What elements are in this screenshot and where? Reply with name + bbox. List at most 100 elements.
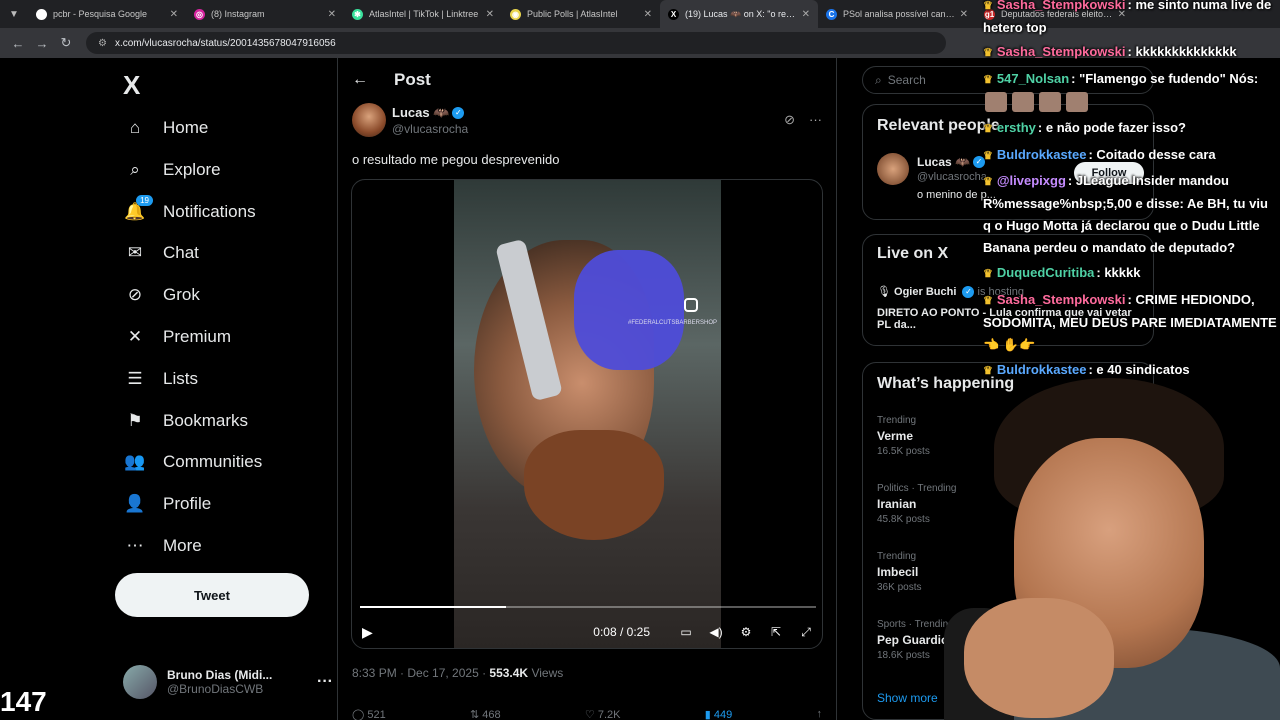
volume-icon[interactable]: ◀) bbox=[708, 625, 724, 639]
forward-icon[interactable]: → bbox=[30, 31, 54, 55]
video-beard bbox=[524, 430, 664, 540]
trend-item[interactable]: Trending Verme 16.5K posts bbox=[877, 415, 930, 457]
author-name[interactable]: Lucas 🦇 bbox=[392, 105, 449, 120]
settings-icon[interactable]: ⚙ bbox=[738, 625, 754, 639]
back-icon[interactable]: ← bbox=[6, 31, 30, 55]
popout-icon[interactable]: ⇱ bbox=[768, 625, 784, 639]
account-handle: @BrunoDiasCWB bbox=[167, 682, 264, 696]
bell-icon: 🔔 19 bbox=[123, 194, 153, 224]
captions-icon[interactable]: ▭ bbox=[678, 625, 694, 639]
video-progress-bar[interactable] bbox=[360, 606, 816, 608]
tab-favicon-icon: X bbox=[668, 8, 679, 20]
nav-item-premium[interactable]: ✕ Premium bbox=[123, 317, 231, 357]
video-glove bbox=[574, 250, 684, 370]
video-player[interactable]: #FEDERALCUTSBARBERSHOP ▶ 0:08 / 0:25 ▭ ◀… bbox=[351, 179, 823, 649]
more-icon: ⋯ bbox=[126, 536, 144, 555]
tweet-button[interactable]: Tweet bbox=[115, 573, 309, 617]
trend-item[interactable]: Trending Imbecil 36K posts bbox=[877, 551, 921, 593]
tab-title: Public Polls | AtlasIntel bbox=[527, 9, 618, 19]
post-actions: ◯ 521 ⇅ 468 ♡ 7.2K ▮ 449 ↑ bbox=[352, 708, 822, 720]
url-text: x.com/vlucasrocha/status/200143567804791… bbox=[114, 37, 336, 49]
reload-icon[interactable]: ↻ bbox=[54, 31, 78, 55]
emote-icon bbox=[1039, 92, 1061, 112]
nav-item-explore[interactable]: ⌕ Explore bbox=[123, 150, 220, 190]
relevant-person[interactable]: Lucas 🦇 ✓ @vlucasrocha o menino de p... bbox=[877, 153, 996, 201]
grok-icon[interactable]: ⊘ bbox=[784, 112, 795, 128]
site-info-icon[interactable]: ⚙ bbox=[98, 38, 107, 49]
share-icon[interactable]: ↑ bbox=[816, 708, 822, 720]
tab-favicon-icon: ◉ bbox=[510, 8, 521, 20]
chat-username: Buldrokkastee bbox=[996, 147, 1087, 162]
notification-badge: 19 bbox=[136, 194, 153, 206]
webcam-hand bbox=[964, 598, 1114, 718]
nav-item-grok[interactable]: ⊘ Grok bbox=[123, 275, 200, 315]
close-tab-icon[interactable]: ✕ bbox=[170, 9, 178, 20]
nav-item-home[interactable]: ⌂ Home bbox=[123, 108, 209, 148]
like-button[interactable]: ♡ 7.2K bbox=[585, 708, 621, 720]
live-title: Live on X bbox=[877, 245, 949, 262]
play-icon[interactable]: ▶ bbox=[362, 624, 373, 641]
browser-tab[interactable]: ◎ (8) Instagram ✕ bbox=[186, 0, 344, 28]
trend-count: 36K posts bbox=[877, 582, 922, 593]
nav-item-communities[interactable]: 👥 Communities bbox=[123, 442, 262, 482]
nav-item-notifications[interactable]: 🔔 19 Notifications bbox=[123, 192, 256, 232]
nav-item-more[interactable]: ⋯ More bbox=[123, 526, 202, 566]
fullscreen-icon[interactable]: ⤢ bbox=[798, 625, 814, 640]
close-tab-icon[interactable]: ✕ bbox=[960, 9, 968, 20]
show-more-link[interactable]: Show more bbox=[877, 691, 938, 705]
chat-username: Buldrokkastee bbox=[996, 362, 1087, 377]
more-options-icon[interactable]: ··· bbox=[809, 112, 822, 128]
browser-tab[interactable]: Gpcbr - Pesquisa Google ✕ bbox=[28, 0, 186, 28]
trend-name: Verme bbox=[877, 429, 914, 443]
chat-text: : kkkkk bbox=[1096, 265, 1141, 280]
trend-context: Trending bbox=[877, 551, 917, 562]
page-title: Post bbox=[394, 70, 431, 89]
divider bbox=[836, 58, 837, 720]
crown-icon: ♛ bbox=[983, 150, 993, 162]
nav-label: Profile bbox=[163, 494, 212, 514]
back-arrow-icon[interactable]: ← bbox=[352, 71, 368, 89]
video-frame: #FEDERALCUTSBARBERSHOP bbox=[454, 180, 721, 648]
chat-text: : e não pode fazer isso? bbox=[1037, 120, 1186, 135]
tab-favicon-icon: ◎ bbox=[194, 8, 205, 20]
chat-text: : Coitado desse cara bbox=[1088, 147, 1216, 162]
tab-favicon-icon: C bbox=[826, 8, 837, 20]
address-bar[interactable]: ⚙ x.com/vlucasrocha/status/2001435678047… bbox=[86, 32, 946, 54]
video-watermark: #FEDERALCUTSBARBERSHOP bbox=[628, 320, 718, 326]
browser-tab[interactable]: C PSol analisa possível candidatu... ✕ bbox=[818, 0, 976, 28]
nav-item-bookmarks[interactable]: ⚑ Bookmarks bbox=[123, 401, 248, 441]
more-options-icon[interactable]: ··· bbox=[317, 673, 333, 691]
tab-favicon-icon: ✱ bbox=[352, 8, 363, 20]
close-tab-icon[interactable]: ✕ bbox=[802, 9, 810, 20]
close-tab-icon[interactable]: ✕ bbox=[486, 9, 494, 20]
browser-tab[interactable]: ✱ AtlasIntel | TikTok | Linktree ✕ bbox=[344, 0, 502, 28]
browser-tab[interactable]: ◉ Public Polls | AtlasIntel ✕ bbox=[502, 0, 660, 28]
person-name: Lucas 🦇 bbox=[917, 155, 970, 169]
close-tab-icon[interactable]: ✕ bbox=[644, 9, 652, 20]
tweet-text: o resultado me pegou desprevenido bbox=[352, 152, 560, 167]
avatar[interactable] bbox=[352, 103, 386, 137]
search-icon: ⌕ bbox=[130, 159, 140, 179]
close-tab-icon[interactable]: ✕ bbox=[328, 9, 336, 20]
post-timestamp[interactable]: 8:33 PM · Dec 17, 2025 · bbox=[352, 666, 489, 680]
streamer-webcam bbox=[944, 378, 1280, 720]
browser-tab[interactable]: X (19) Lucas 🦇 on X: "o resultado ✕ bbox=[660, 0, 818, 28]
tab-search-icon[interactable]: ▼ bbox=[0, 0, 28, 28]
bookmark-button[interactable]: ▮ 449 bbox=[705, 708, 732, 720]
search-icon: ⌕ bbox=[875, 72, 882, 87]
nav-label: Home bbox=[163, 118, 209, 137]
reply-button[interactable]: ◯ 521 bbox=[352, 708, 386, 720]
x-logo-icon[interactable]: X bbox=[123, 70, 140, 101]
nav-item-lists[interactable]: ☰ Lists bbox=[123, 359, 198, 399]
verified-icon: ✓ bbox=[452, 106, 465, 119]
crown-icon: ♛ bbox=[983, 47, 993, 59]
chat-message: ♛ Sasha_Stempkowski: CRIME HEDIONDO, SODO… bbox=[983, 289, 1279, 356]
account-switcher[interactable]: Bruno Dias (Midi... @BrunoDiasCWB ··· bbox=[123, 662, 333, 702]
home-icon: ⌂ bbox=[129, 118, 141, 137]
list-icon: ☰ bbox=[127, 368, 143, 388]
repost-button[interactable]: ⇅ 468 bbox=[470, 708, 501, 720]
nav-item-profile[interactable]: 👤 Profile bbox=[123, 484, 211, 524]
author-handle[interactable]: @vlucasrocha bbox=[392, 122, 468, 136]
emote-icon bbox=[985, 92, 1007, 112]
nav-item-chat[interactable]: ✉ Chat bbox=[123, 233, 199, 273]
